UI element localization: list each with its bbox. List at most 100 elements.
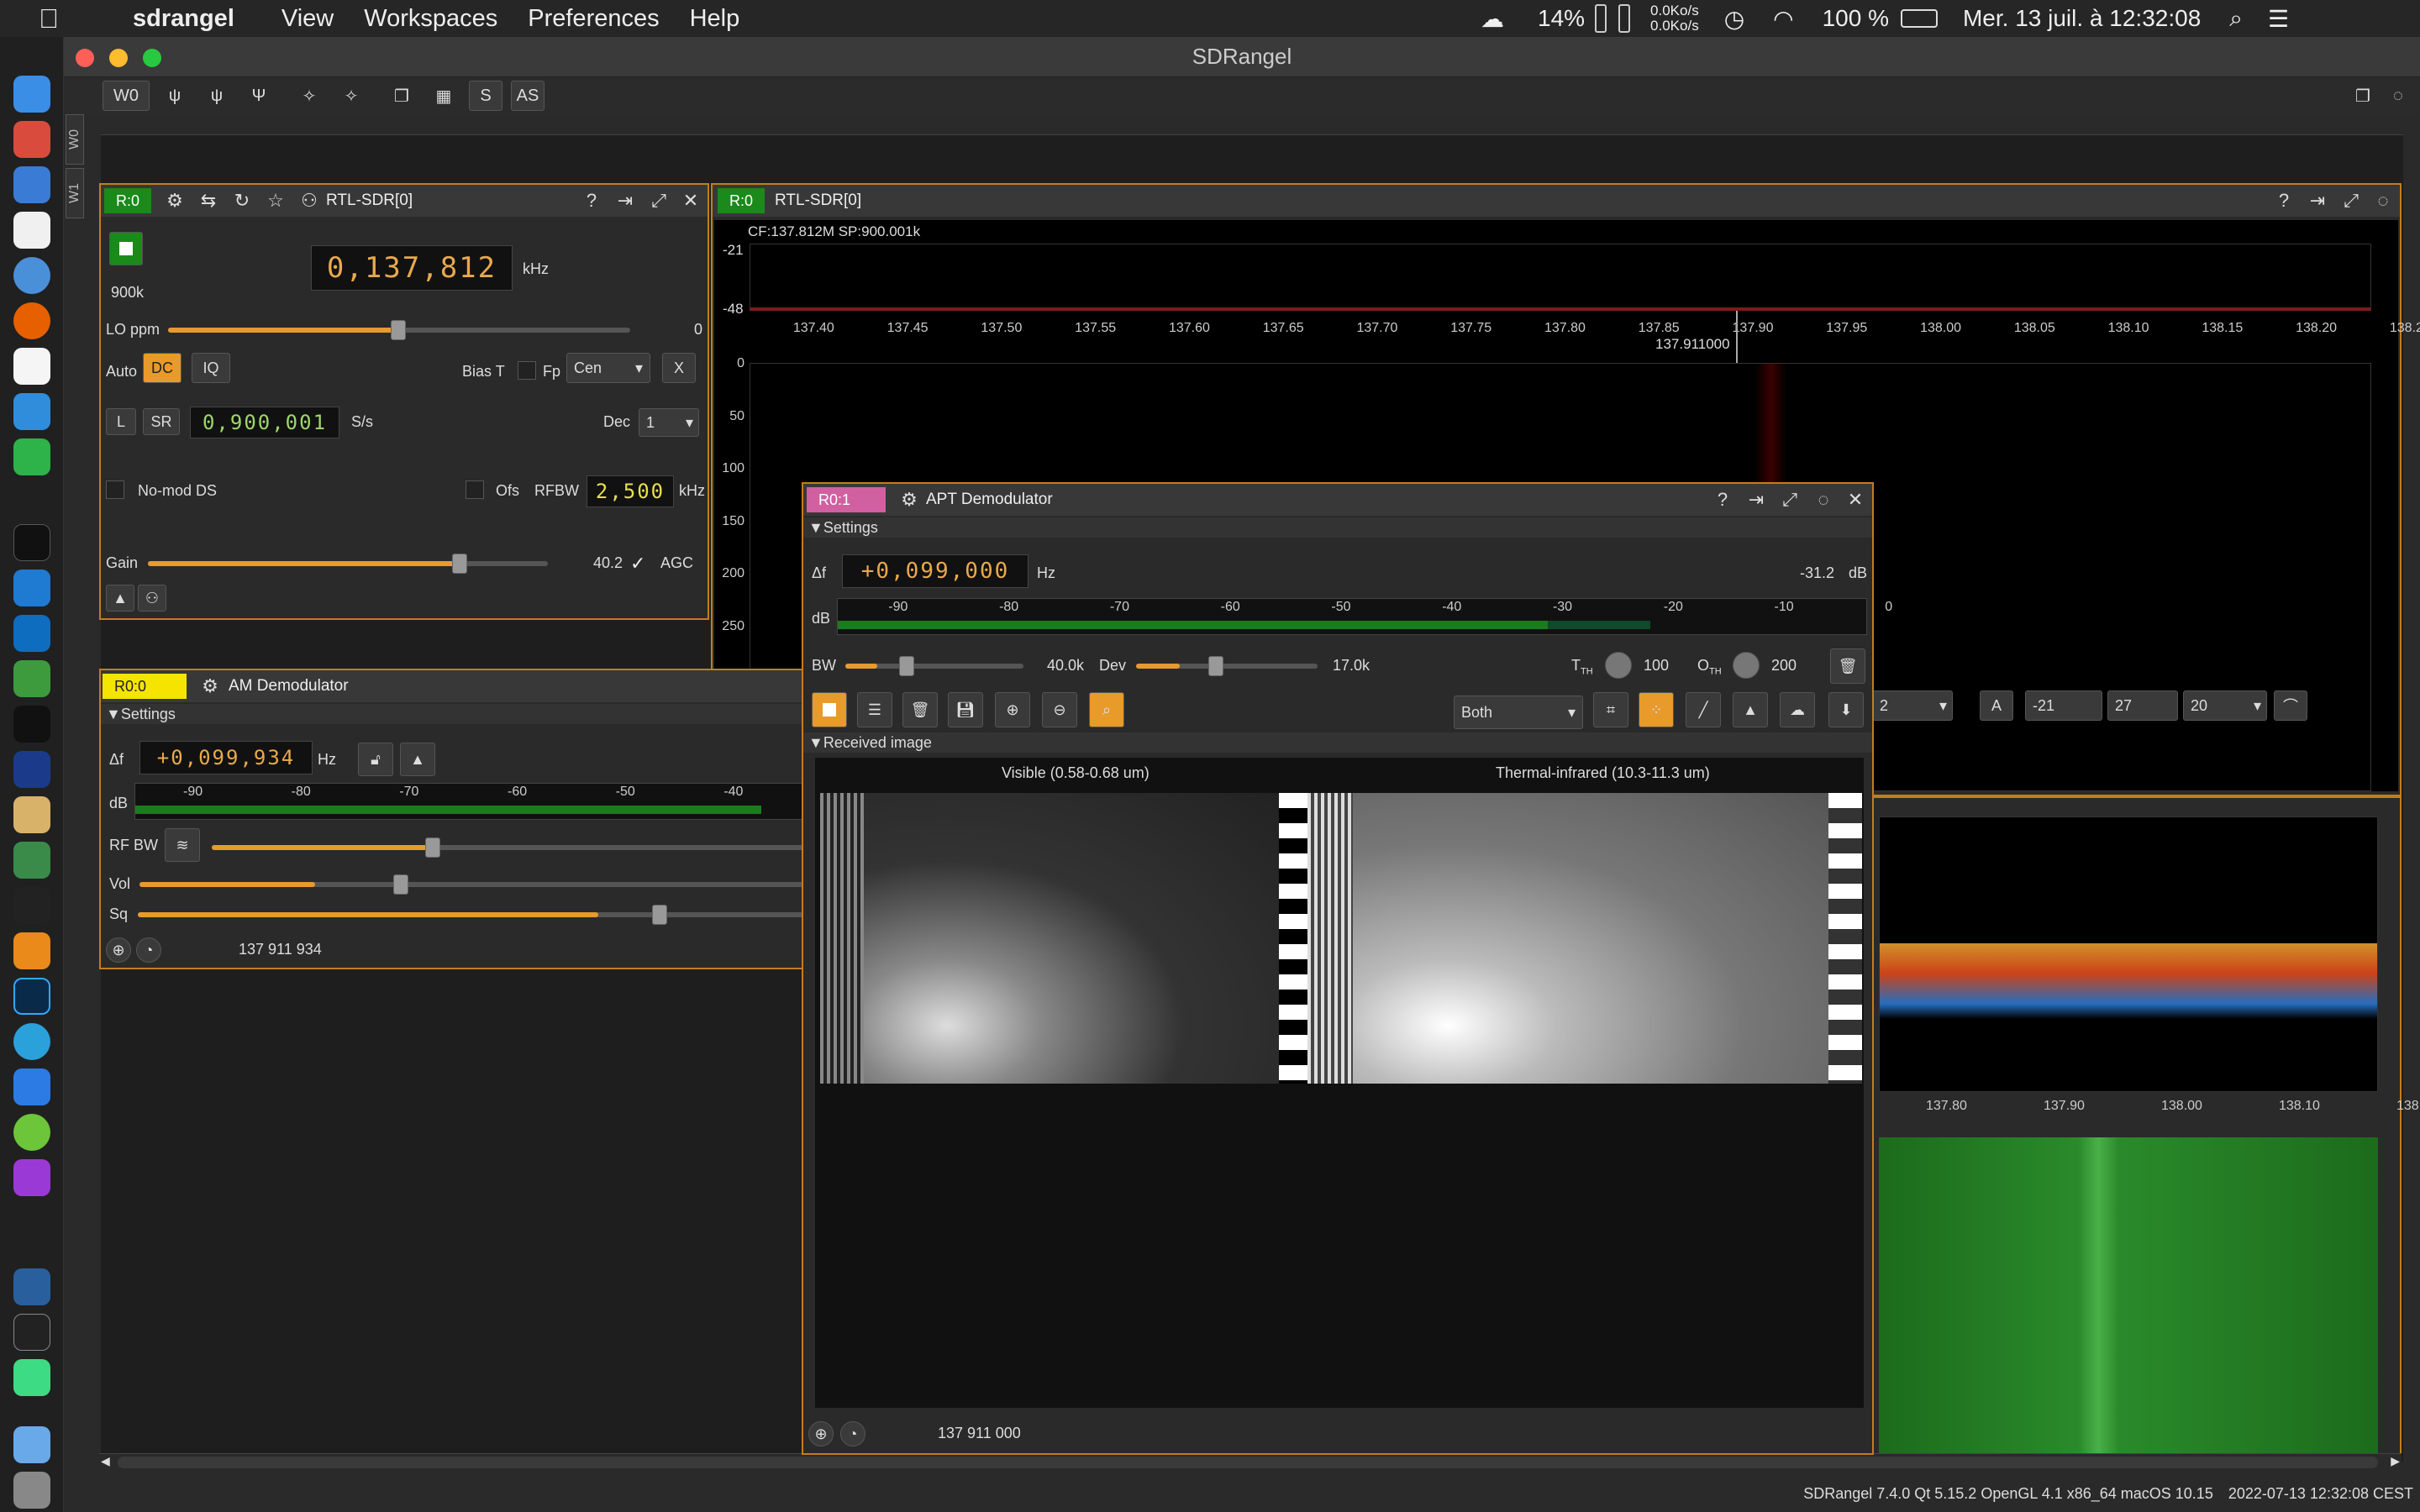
- apt-dev-slider[interactable]: [1136, 656, 1318, 676]
- maximize-icon[interactable]: ⤢: [644, 187, 674, 214]
- l-button[interactable]: L: [106, 408, 136, 435]
- spectrum-badge[interactable]: R:0: [718, 188, 765, 213]
- move-icon[interactable]: ⇥: [2302, 187, 2333, 214]
- am-vol-slider[interactable]: [139, 874, 815, 895]
- spectrum-avg-select[interactable]: 20 ▾: [2183, 690, 2267, 721]
- star-icon[interactable]: ☆: [260, 187, 291, 214]
- terminal-icon[interactable]: [13, 524, 50, 561]
- apt-demod-badge[interactable]: R0:1: [807, 487, 886, 512]
- nomod-checkbox[interactable]: [106, 480, 124, 499]
- bias-t-checkbox[interactable]: [518, 361, 536, 380]
- chrome-icon[interactable]: [13, 257, 50, 294]
- dec-select[interactable]: 1 ▾: [639, 408, 699, 437]
- trash-icon[interactable]: [13, 1472, 50, 1509]
- spectrum2-canvas[interactable]: [1879, 816, 2378, 1092]
- gear-icon[interactable]: ⚙: [160, 187, 190, 214]
- apt-tth-dial[interactable]: [1605, 652, 1632, 679]
- weather-icon[interactable]: ☁: [1780, 692, 1815, 727]
- app-icon-7[interactable]: [13, 348, 50, 385]
- apt-oth-dial[interactable]: [1733, 652, 1760, 679]
- side-tab-w1[interactable]: W1: [66, 168, 84, 218]
- spectrum-ref-spin[interactable]: -21: [2025, 690, 2102, 721]
- stop-button[interactable]: [812, 692, 847, 727]
- telegram-icon[interactable]: [13, 1023, 50, 1060]
- finder-icon[interactable]: [13, 76, 50, 113]
- app-icon-2[interactable]: [13, 121, 50, 158]
- spectrum-ctrl-select[interactable]: 2 ▾: [1872, 690, 1953, 721]
- apt-bw-slider[interactable]: [845, 656, 1023, 676]
- lock-icon[interactable]: 🔓︎: [358, 743, 393, 776]
- menu-view[interactable]: View: [270, 5, 345, 33]
- hide-icon[interactable]: ◌: [2368, 187, 2398, 214]
- menu-icon[interactable]: ☰: [857, 692, 892, 727]
- live-icon[interactable]: [13, 887, 50, 924]
- help-icon[interactable]: ?: [2269, 187, 2299, 214]
- device-set-icon[interactable]: ⚇: [294, 187, 324, 214]
- scroll-thumb[interactable]: [118, 1457, 2378, 1468]
- close-window-button[interactable]: [76, 49, 94, 67]
- undock-icon[interactable]: ❐: [2346, 81, 2380, 111]
- start-stop-button[interactable]: [109, 232, 143, 265]
- add-icon[interactable]: ⊕: [106, 937, 131, 963]
- workspace-button[interactable]: W0: [103, 81, 150, 111]
- clock[interactable]: Mer. 13 juil. à 12:32:08: [1963, 5, 2201, 32]
- gear-icon[interactable]: ⚙: [195, 673, 225, 700]
- spectrum-range-spin[interactable]: 27: [2107, 690, 2178, 721]
- folder-icon[interactable]: [13, 1426, 50, 1463]
- add-rx-icon[interactable]: ψ: [158, 81, 192, 111]
- app-icon-3[interactable]: [13, 166, 50, 203]
- auto-stack-button[interactable]: AS: [511, 81, 544, 111]
- app-icon-25[interactable]: [13, 1268, 50, 1305]
- app-icon-15[interactable]: [13, 751, 50, 788]
- hide-icon[interactable]: ◌: [1808, 486, 1839, 513]
- wifi-icon[interactable]: ◠: [1773, 5, 1793, 33]
- am-demod-badge[interactable]: R0:0: [103, 674, 187, 699]
- app-icon-16[interactable]: [13, 796, 50, 833]
- numbers-icon[interactable]: [13, 393, 50, 430]
- stack-s-button[interactable]: S: [469, 81, 502, 111]
- dc-button[interactable]: DC: [143, 353, 182, 383]
- iq-button[interactable]: IQ: [192, 353, 230, 383]
- curve-icon[interactable]: ⌒: [2274, 690, 2307, 721]
- download-icon[interactable]: ⬇: [1828, 692, 1864, 727]
- reload-icon[interactable]: ↻: [227, 187, 257, 214]
- zoom-window-button[interactable]: [143, 49, 161, 67]
- battery-icon-left[interactable]: [1595, 4, 1607, 33]
- apt-channel-select[interactable]: Both ▾: [1454, 696, 1583, 729]
- gain-slider[interactable]: [148, 554, 548, 574]
- add-tx-icon[interactable]: ψ: [200, 81, 234, 111]
- activity-monitor-icon[interactable]: [13, 1314, 50, 1351]
- side-tab-w0[interactable]: W0: [66, 114, 84, 165]
- close-icon[interactable]: ✕: [1840, 486, 1870, 513]
- help-icon[interactable]: ?: [576, 187, 607, 214]
- horizontal-scrollbar[interactable]: ◀ ▶: [99, 1453, 2402, 1470]
- app-icon-17[interactable]: [13, 842, 50, 879]
- vscode-icon[interactable]: [13, 570, 50, 606]
- am-settings-section[interactable]: ▼ Settings: [101, 704, 812, 724]
- apt-settings-section[interactable]: ▼ Settings: [803, 517, 1872, 538]
- apt-df-display[interactable]: +0,099,000: [842, 554, 1028, 588]
- received-image-section[interactable]: ▼ Received image: [803, 732, 1872, 753]
- tile-windows-icon[interactable]: ▦: [427, 81, 460, 111]
- spectrum2-waterfall[interactable]: [1879, 1137, 2378, 1453]
- app-icon-13[interactable]: [13, 660, 50, 697]
- podcasts-icon[interactable]: [13, 1159, 50, 1196]
- menu-workspaces[interactable]: Workspaces: [352, 5, 509, 33]
- center-frequency-display[interactable]: 0,137,812: [311, 245, 513, 291]
- move-icon[interactable]: ⇥: [1741, 486, 1771, 513]
- app-icon-22[interactable]: [13, 1068, 50, 1105]
- photoshop-icon[interactable]: [13, 978, 50, 1015]
- close-icon[interactable]: ✕: [676, 187, 706, 214]
- scroll-right-icon[interactable]: ▶: [2391, 1454, 2400, 1468]
- spectrum-marker-icon[interactable]: ▲: [106, 585, 134, 612]
- app-menu[interactable]: sdrangel: [121, 5, 246, 33]
- sr-button[interactable]: SR: [143, 408, 180, 435]
- add-mimo-icon[interactable]: Ψ: [242, 81, 276, 111]
- control-center-icon[interactable]: ☰: [2268, 5, 2289, 33]
- add-feature-icon[interactable]: ✧: [292, 81, 326, 111]
- app-icon-14[interactable]: [13, 706, 50, 743]
- firefox-icon[interactable]: [13, 302, 50, 339]
- app-icon-12[interactable]: [13, 615, 50, 652]
- network-speed[interactable]: 0.0Ko/s 0.0Ko/s: [1650, 3, 1699, 34]
- menu-preferences[interactable]: Preferences: [516, 5, 671, 33]
